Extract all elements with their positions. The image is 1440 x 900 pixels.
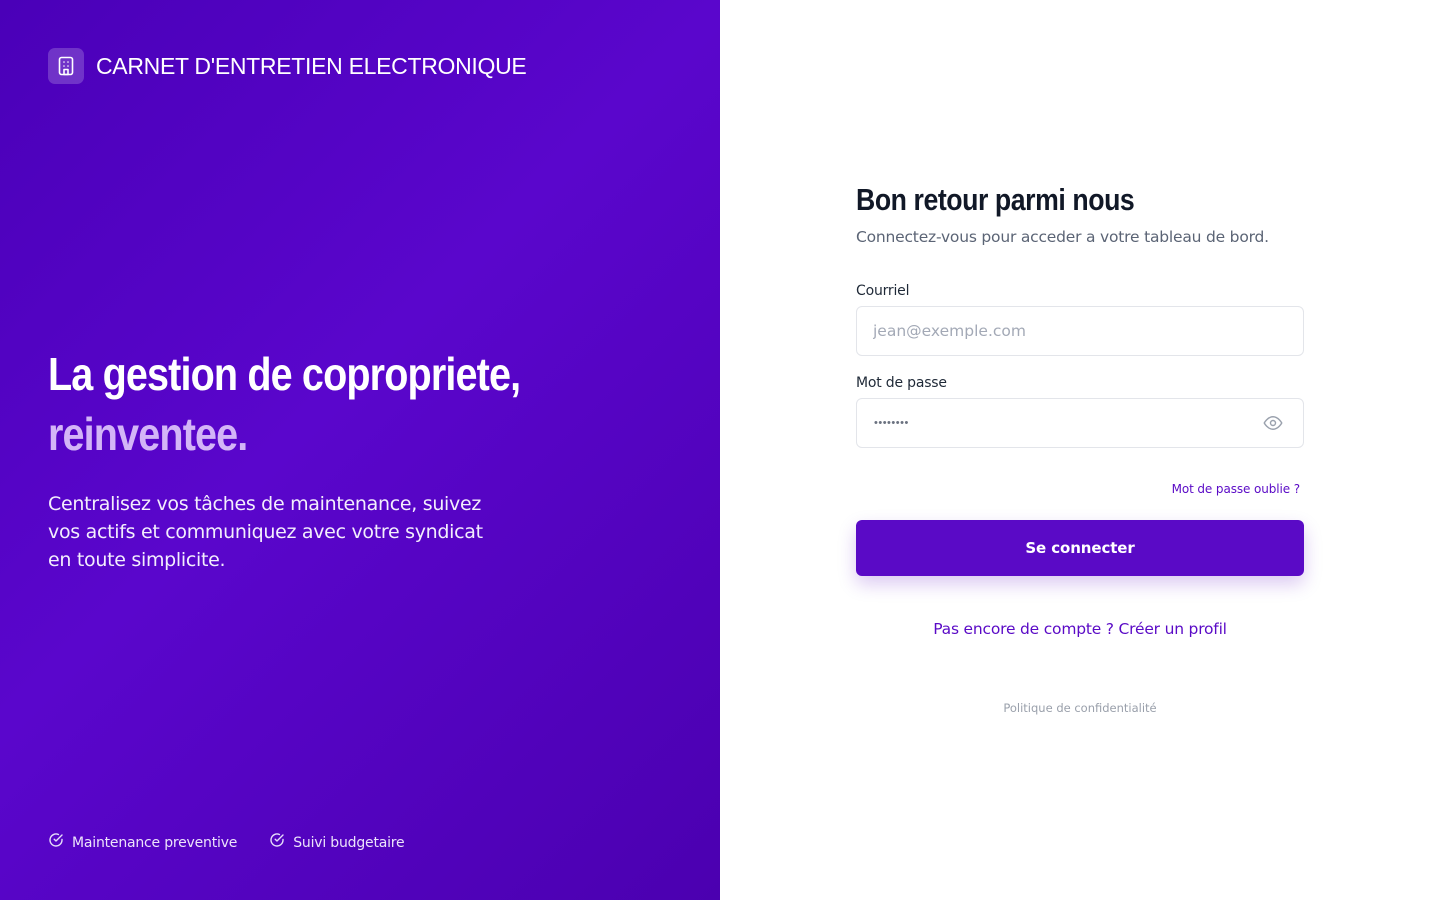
feature-item: Suivi budgetaire: [269, 832, 405, 853]
eye-icon[interactable]: [1263, 413, 1285, 433]
hero-title-highlight: reinventee.: [48, 408, 248, 460]
email-input-box: [856, 306, 1304, 356]
email-input[interactable]: [857, 307, 1303, 355]
forgot-password-link[interactable]: Mot de passe oublie ?: [1172, 482, 1301, 496]
brand-header: CARNET D'ENTRETIEN ELECTRONIQUE: [48, 48, 527, 84]
password-input[interactable]: ••••••••: [856, 398, 1304, 448]
signup-row: Pas encore de compte ? Créer un profil: [856, 620, 1304, 639]
feature-label: Maintenance preventive: [72, 834, 238, 851]
privacy-policy-link[interactable]: Politique de confidentialité: [1003, 701, 1156, 715]
brand-panel: CARNET D'ENTRETIEN ELECTRONIQUE La gesti…: [0, 0, 720, 900]
check-circle-icon: [48, 832, 64, 853]
password-value: ••••••••: [874, 417, 909, 429]
email-label: Courriel: [856, 283, 910, 299]
hero-title: La gestion de copropriete,: [48, 348, 521, 400]
forgot-password-row: Mot de passe oublie ?: [856, 480, 1304, 498]
feature-item: Maintenance preventive: [48, 832, 237, 853]
login-form: Bon retour parmi nous Connectez-vous pou…: [856, 180, 1304, 717]
login-panel: Bon retour parmi nous Connectez-vous pou…: [720, 0, 1440, 900]
create-profile-link[interactable]: Pas encore de compte ? Créer un profil: [933, 620, 1227, 638]
login-title: Bon retour parmi nous: [856, 182, 1135, 217]
brand-name: CARNET D'ENTRETIEN ELECTRONIQUE: [96, 52, 527, 79]
login-button[interactable]: Se connecter: [856, 520, 1304, 576]
hero-section: La gestion de copropriete, reinventee. C…: [48, 344, 668, 574]
check-circle-icon: [269, 832, 285, 853]
feature-list: Maintenance preventive Suivi budgetaire: [48, 832, 436, 853]
password-field-group: Mot de passe ••••••••: [856, 375, 1304, 448]
login-subtitle: Connectez-vous pour acceder a votre tabl…: [856, 228, 1269, 246]
hero-description: Centralisez vos tâches de maintenance, s…: [48, 493, 483, 571]
privacy-row: Politique de confidentialité: [856, 699, 1304, 717]
feature-label: Suivi budgetaire: [293, 834, 405, 851]
password-label: Mot de passe: [856, 375, 947, 391]
building-icon: [48, 48, 84, 84]
email-field-group: Courriel: [856, 283, 1304, 356]
